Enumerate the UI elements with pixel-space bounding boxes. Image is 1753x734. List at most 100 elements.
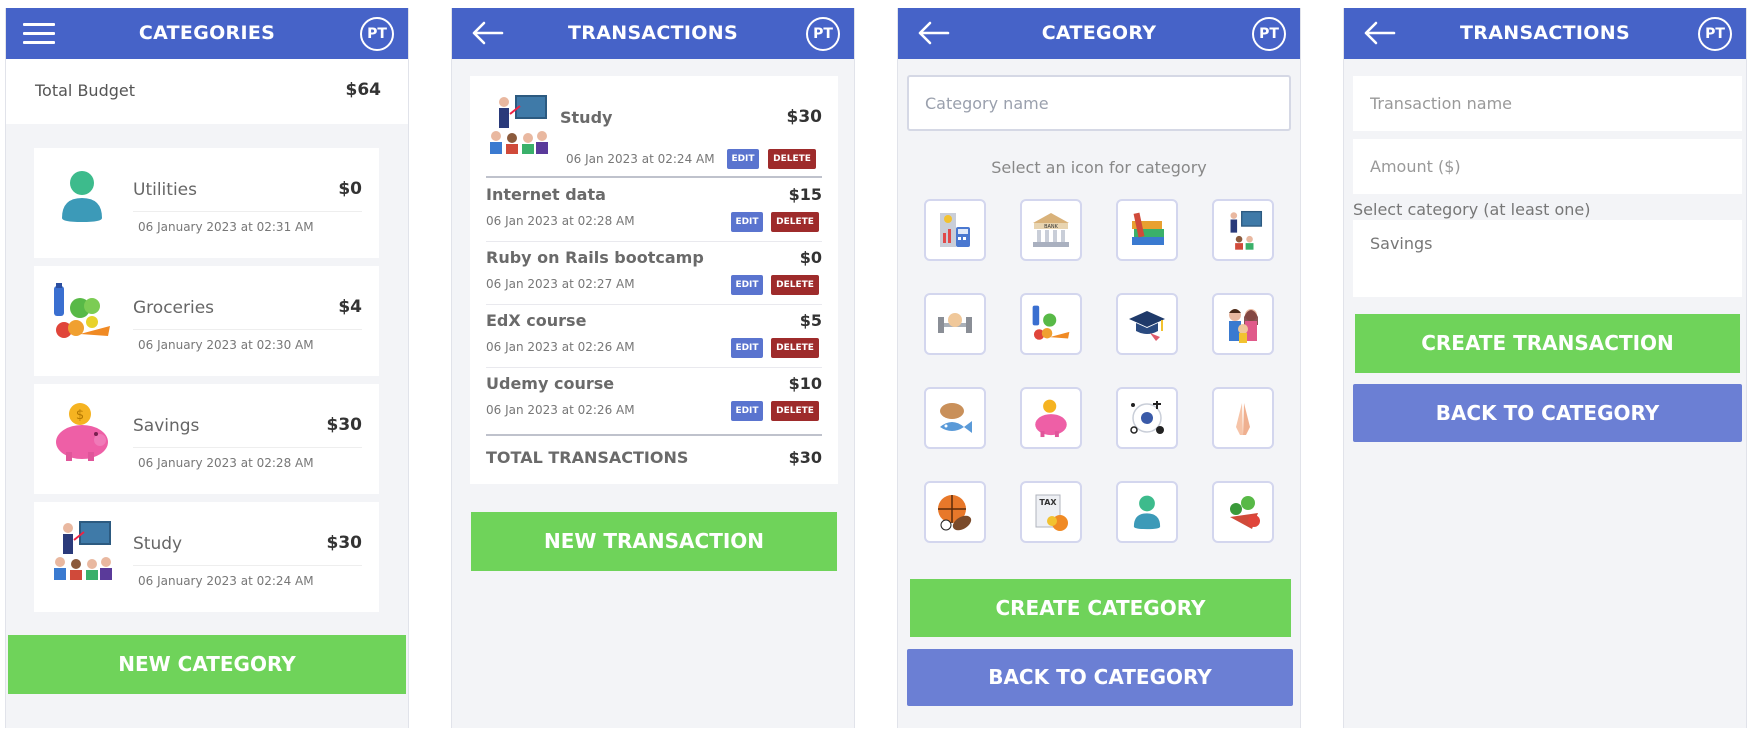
sports-icon <box>938 495 972 531</box>
person-icon <box>62 171 102 222</box>
delete-button[interactable]: DELETE <box>771 275 819 295</box>
category-amount: $0 <box>338 179 362 199</box>
transaction-date: 06 Jan 2023 at 02:27 AM <box>486 277 635 291</box>
avatar[interactable]: PT <box>806 17 840 51</box>
person-icon <box>1133 495 1161 530</box>
category-name: Savings <box>133 416 200 436</box>
page-title: CATEGORY <box>1041 22 1157 44</box>
transaction-row: Internet data $15 06 Jan 2023 at 02:28 A… <box>486 179 822 242</box>
category-amount: $4 <box>338 297 362 317</box>
transaction-amount: $15 <box>788 185 822 204</box>
create-transaction-button[interactable]: CREATE TRANSACTION <box>1355 314 1740 373</box>
total-budget-label: Total Budget <box>35 81 135 100</box>
divider <box>133 211 362 212</box>
transaction-row: EdX course $5 06 Jan 2023 at 02:26 AM ED… <box>486 305 822 368</box>
transaction-name-input[interactable] <box>1353 76 1742 131</box>
divider <box>133 447 362 448</box>
icon-option[interactable] <box>924 199 986 261</box>
category-amount: $30 <box>326 533 363 553</box>
category-card[interactable]: Utilities $0 06 January 2023 at 02:31 AM <box>34 148 379 258</box>
icon-option[interactable] <box>1020 387 1082 449</box>
transaction-name: Udemy course <box>486 374 615 393</box>
transaction-name: EdX course <box>486 311 587 330</box>
icon-option[interactable] <box>924 293 986 355</box>
category-card[interactable]: $ Savings $30 06 January 2023 at 02:28 A… <box>34 384 379 494</box>
transaction-date: 06 Jan 2023 at 02:26 AM <box>486 340 635 354</box>
category-card[interactable]: Study $30 06 January 2023 at 02:24 AM <box>34 502 379 612</box>
total-transactions-value: $30 <box>788 448 822 467</box>
religion-icon <box>1130 401 1164 434</box>
new-category-button[interactable]: NEW CATEGORY <box>8 635 406 694</box>
page-title: CATEGORIES <box>138 22 276 44</box>
category-multiselect[interactable]: Savings <box>1353 220 1742 297</box>
category-option[interactable]: Savings <box>1370 234 1433 253</box>
icon-option[interactable] <box>924 387 986 449</box>
category-name-input[interactable] <box>907 75 1291 131</box>
tax-sign: TAX <box>1039 498 1057 507</box>
new-transaction-button[interactable]: NEW TRANSACTION <box>471 512 837 571</box>
divider <box>486 434 822 436</box>
create-category-button[interactable]: CREATE CATEGORY <box>910 579 1291 637</box>
category-card[interactable]: Groceries $4 06 January 2023 at 02:30 AM <box>34 266 379 376</box>
category-date: 06 January 2023 at 02:31 AM <box>138 220 314 234</box>
avatar[interactable]: PT <box>1252 17 1286 51</box>
transaction-amount: $0 <box>799 248 822 267</box>
edit-button[interactable]: EDIT <box>731 338 763 358</box>
back-to-category-button[interactable]: BACK TO CATEGORY <box>907 649 1293 706</box>
piggy-bank-icon: $ <box>56 403 108 461</box>
transactions-card: Study $30 06 Jan 2023 at 02:24 AM EDIT D… <box>470 76 838 484</box>
transaction-date: 06 Jan 2023 at 02:26 AM <box>486 403 635 417</box>
top-bar: TRANSACTIONS PT <box>1344 8 1746 59</box>
icon-hint: Select an icon for category <box>991 158 1207 177</box>
utilities-icon <box>940 213 970 247</box>
transaction-row: Ruby on Rails bootcamp $0 06 Jan 2023 at… <box>486 242 822 305</box>
avatar[interactable]: PT <box>360 17 394 51</box>
icon-option[interactable]: BANK <box>1020 199 1082 261</box>
page-title: TRANSACTIONS <box>1460 22 1630 44</box>
divider <box>133 329 362 330</box>
delete-button[interactable]: DELETE <box>771 212 819 232</box>
delete-button[interactable]: DELETE <box>771 338 819 358</box>
icon-option[interactable] <box>1212 387 1274 449</box>
icon-option[interactable] <box>1116 481 1178 543</box>
category-name: Study <box>560 108 613 127</box>
edit-category-button[interactable]: EDIT <box>727 149 759 169</box>
transactions-screen: TRANSACTIONS PT Study $30 06 Jan 2023 at… <box>451 8 855 728</box>
icon-option[interactable] <box>1116 199 1178 261</box>
edit-button[interactable]: EDIT <box>731 212 763 232</box>
category-name: Study <box>133 534 183 554</box>
transaction-amount: $5 <box>799 311 822 330</box>
edit-button[interactable]: EDIT <box>731 275 763 295</box>
icon-option[interactable] <box>1116 293 1178 355</box>
category-date: 06 Jan 2023 at 02:24 AM <box>566 152 715 166</box>
delete-button[interactable]: DELETE <box>771 401 819 421</box>
page-title: TRANSACTIONS <box>568 22 738 44</box>
groceries-icon <box>1032 305 1070 340</box>
transaction-name: Internet data <box>486 185 606 204</box>
categories-screen: CATEGORIES PT Total Budget $64 Utilities… <box>5 8 409 728</box>
icon-option[interactable]: TAX <box>1020 481 1082 543</box>
icon-option[interactable] <box>924 481 986 543</box>
amount-input[interactable] <box>1353 139 1742 194</box>
divider <box>133 565 362 566</box>
total-transactions-label: TOTAL TRANSACTIONS <box>486 448 689 467</box>
edit-button[interactable]: EDIT <box>731 401 763 421</box>
back-to-category-button[interactable]: BACK TO CATEGORY <box>1353 384 1742 442</box>
icon-option[interactable] <box>1116 387 1178 449</box>
icon-option[interactable] <box>1020 293 1082 355</box>
delete-category-button[interactable]: DELETE <box>768 149 816 169</box>
groceries-icon <box>54 283 110 338</box>
icon-option[interactable] <box>1212 293 1274 355</box>
top-bar: TRANSACTIONS PT <box>452 8 854 59</box>
books-icon <box>1132 212 1164 245</box>
teacher-icon <box>1230 210 1263 250</box>
category-date: 06 January 2023 at 02:24 AM <box>138 574 314 588</box>
transaction-name: Ruby on Rails bootcamp <box>486 248 704 267</box>
category-date: 06 January 2023 at 02:28 AM <box>138 456 314 470</box>
avatar[interactable]: PT <box>1698 17 1732 51</box>
piggy-bank-icon <box>1035 399 1067 438</box>
svg-text:$: $ <box>76 408 84 423</box>
icon-option[interactable] <box>1212 481 1274 543</box>
bank-sign: BANK <box>1044 224 1059 230</box>
icon-option[interactable] <box>1212 199 1274 261</box>
